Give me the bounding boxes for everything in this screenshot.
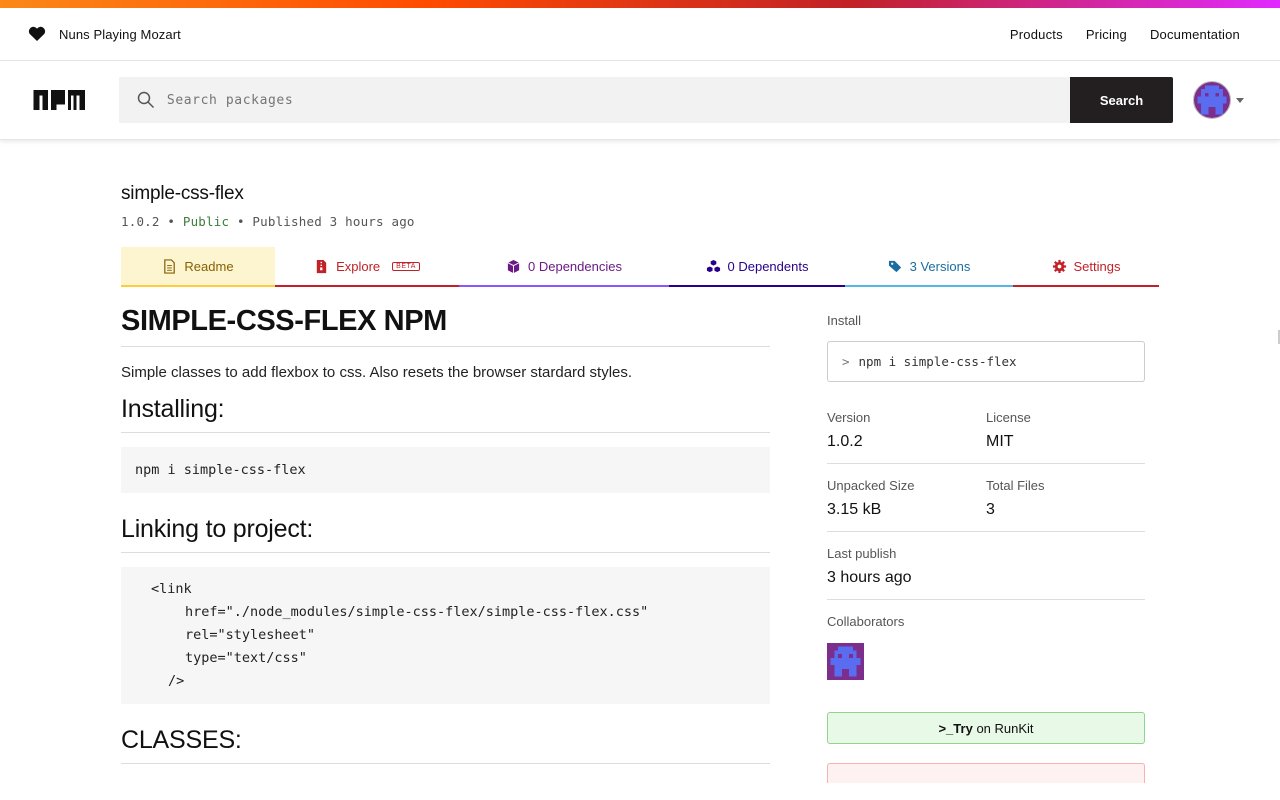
package-stats: Version 1.0.2 License MIT Unpacked Size … bbox=[827, 410, 1145, 600]
document-icon bbox=[164, 258, 176, 274]
user-avatar[interactable] bbox=[1193, 81, 1231, 119]
meta-separator: • bbox=[167, 214, 176, 229]
install-code: npm i simple-css-flex bbox=[135, 462, 306, 478]
terminal-prompt-icon: > bbox=[842, 354, 850, 369]
tags-icon bbox=[888, 260, 901, 272]
nav-documentation[interactable]: Documentation bbox=[1150, 27, 1240, 42]
install-command-box[interactable]: > npm i simple-css-flex bbox=[827, 341, 1145, 382]
code-line: type="text/css" bbox=[185, 650, 307, 666]
search-icon bbox=[137, 91, 154, 109]
package-header: simple-css-flex 1.0.2 • Public • Publish… bbox=[121, 183, 415, 229]
tab-readme[interactable]: Readme bbox=[121, 247, 275, 287]
code-line: /> bbox=[168, 673, 185, 689]
package-visibility: Public bbox=[182, 214, 230, 229]
last-publish-stat: Last publish 3 hours ago bbox=[827, 546, 1145, 587]
report-button[interactable] bbox=[827, 763, 1145, 783]
readme-title: SIMPLE-CSS-FLEX NPM bbox=[121, 300, 770, 347]
stat-label: License bbox=[986, 410, 1031, 425]
code-line: href="./node_modules/simple-css-flex/sim… bbox=[185, 604, 649, 620]
package-published: Published 3 hours ago bbox=[252, 214, 415, 229]
tab-label: Readme bbox=[184, 258, 234, 274]
readme-description: Simple classes to add flexbox to css. Al… bbox=[121, 364, 633, 381]
installing-heading: Installing: bbox=[121, 395, 770, 433]
version-stat: Version 1.0.2 bbox=[827, 410, 986, 451]
stats-row: Unpacked Size 3.15 kB Total Files 3 bbox=[827, 478, 1145, 532]
tab-label: 3 Versions bbox=[909, 258, 971, 274]
stat-value: 3.15 kB bbox=[827, 501, 882, 518]
search-field[interactable] bbox=[118, 77, 1070, 123]
collaborator-avatar[interactable] bbox=[827, 643, 864, 680]
stats-row: Last publish 3 hours ago bbox=[827, 546, 1145, 600]
install-label: Install bbox=[827, 313, 861, 328]
meta-separator: • bbox=[236, 214, 245, 229]
top-nav: Products Pricing Documentation bbox=[1010, 27, 1240, 42]
org-name[interactable]: Nuns Playing Mozart bbox=[59, 27, 181, 42]
nav-pricing[interactable]: Pricing bbox=[1086, 27, 1127, 42]
stats-row: Version 1.0.2 License MIT bbox=[827, 410, 1145, 464]
license-stat: License MIT bbox=[986, 410, 1145, 451]
tab-label: 0 Dependencies bbox=[528, 258, 622, 274]
package-name: simple-css-flex bbox=[121, 183, 244, 204]
nav-products[interactable]: Products bbox=[1010, 27, 1063, 42]
package-meta: 1.0.2 • Public • Published 3 hours ago bbox=[121, 214, 415, 229]
package-sidebar: Install > npm i simple-css-flex Version … bbox=[827, 313, 1145, 783]
chevron-down-icon bbox=[1236, 97, 1244, 103]
file-zip-icon bbox=[316, 259, 327, 273]
package-version: 1.0.2 bbox=[121, 214, 160, 229]
runkit-prefix: >_Try bbox=[938, 720, 973, 736]
classes-heading: CLASSES: bbox=[121, 726, 770, 764]
org-header: Nuns Playing Mozart Products Pricing Doc… bbox=[0, 8, 1280, 61]
package-tabs: Readme Explore BETA 0 Dependencies 0 Dep… bbox=[121, 247, 1159, 287]
tab-dependencies[interactable]: 0 Dependencies bbox=[459, 247, 669, 287]
user-menu[interactable] bbox=[1193, 81, 1244, 119]
stat-value: MIT bbox=[986, 433, 1014, 450]
collaborators-label: Collaborators bbox=[827, 614, 905, 629]
heart-icon[interactable] bbox=[28, 26, 46, 42]
search-header: Search bbox=[0, 61, 1280, 140]
stat-value: 3 hours ago bbox=[827, 569, 912, 586]
stat-label: Unpacked Size bbox=[827, 478, 915, 493]
try-runkit-button[interactable]: >_Try on RunKit bbox=[827, 712, 1145, 744]
search-form: Search bbox=[118, 77, 1173, 123]
tab-label: Settings bbox=[1073, 258, 1121, 274]
tab-label: Explore bbox=[336, 258, 381, 274]
search-button[interactable]: Search bbox=[1070, 77, 1173, 123]
code-line: <link bbox=[151, 581, 192, 597]
linking-heading: Linking to project: bbox=[121, 515, 770, 553]
install-command: npm i simple-css-flex bbox=[858, 354, 1017, 369]
boxes-icon bbox=[706, 259, 720, 272]
unpacked-size-stat: Unpacked Size 3.15 kB bbox=[827, 478, 986, 519]
stat-label: Version bbox=[827, 410, 871, 425]
install-code-block: npm i simple-css-flex bbox=[121, 447, 770, 493]
tab-settings[interactable]: Settings bbox=[1013, 247, 1159, 287]
tab-versions[interactable]: 3 Versions bbox=[845, 247, 1013, 287]
search-input[interactable] bbox=[166, 92, 967, 108]
beta-badge: BETA bbox=[392, 261, 420, 271]
stat-label: Last publish bbox=[827, 546, 897, 561]
tab-dependents[interactable]: 0 Dependents bbox=[669, 247, 845, 287]
stat-label: Total Files bbox=[986, 478, 1045, 493]
brand-gradient-bar bbox=[0, 0, 1280, 8]
tab-explore[interactable]: Explore BETA bbox=[275, 247, 459, 287]
npm-logo[interactable] bbox=[28, 90, 91, 110]
code-line: rel="stylesheet" bbox=[185, 627, 316, 643]
runkit-label: on RunKit bbox=[976, 720, 1034, 736]
stat-value: 3 bbox=[986, 501, 995, 518]
readme-content: SIMPLE-CSS-FLEX NPM Simple classes to ad… bbox=[121, 300, 770, 764]
tab-label: 0 Dependents bbox=[727, 258, 809, 274]
total-files-stat: Total Files 3 bbox=[986, 478, 1145, 519]
stat-value: 1.0.2 bbox=[827, 433, 863, 450]
link-code-block: <link href="./node_modules/simple-css-fle… bbox=[121, 567, 770, 704]
gear-icon bbox=[1052, 259, 1066, 273]
box-icon bbox=[507, 259, 520, 273]
